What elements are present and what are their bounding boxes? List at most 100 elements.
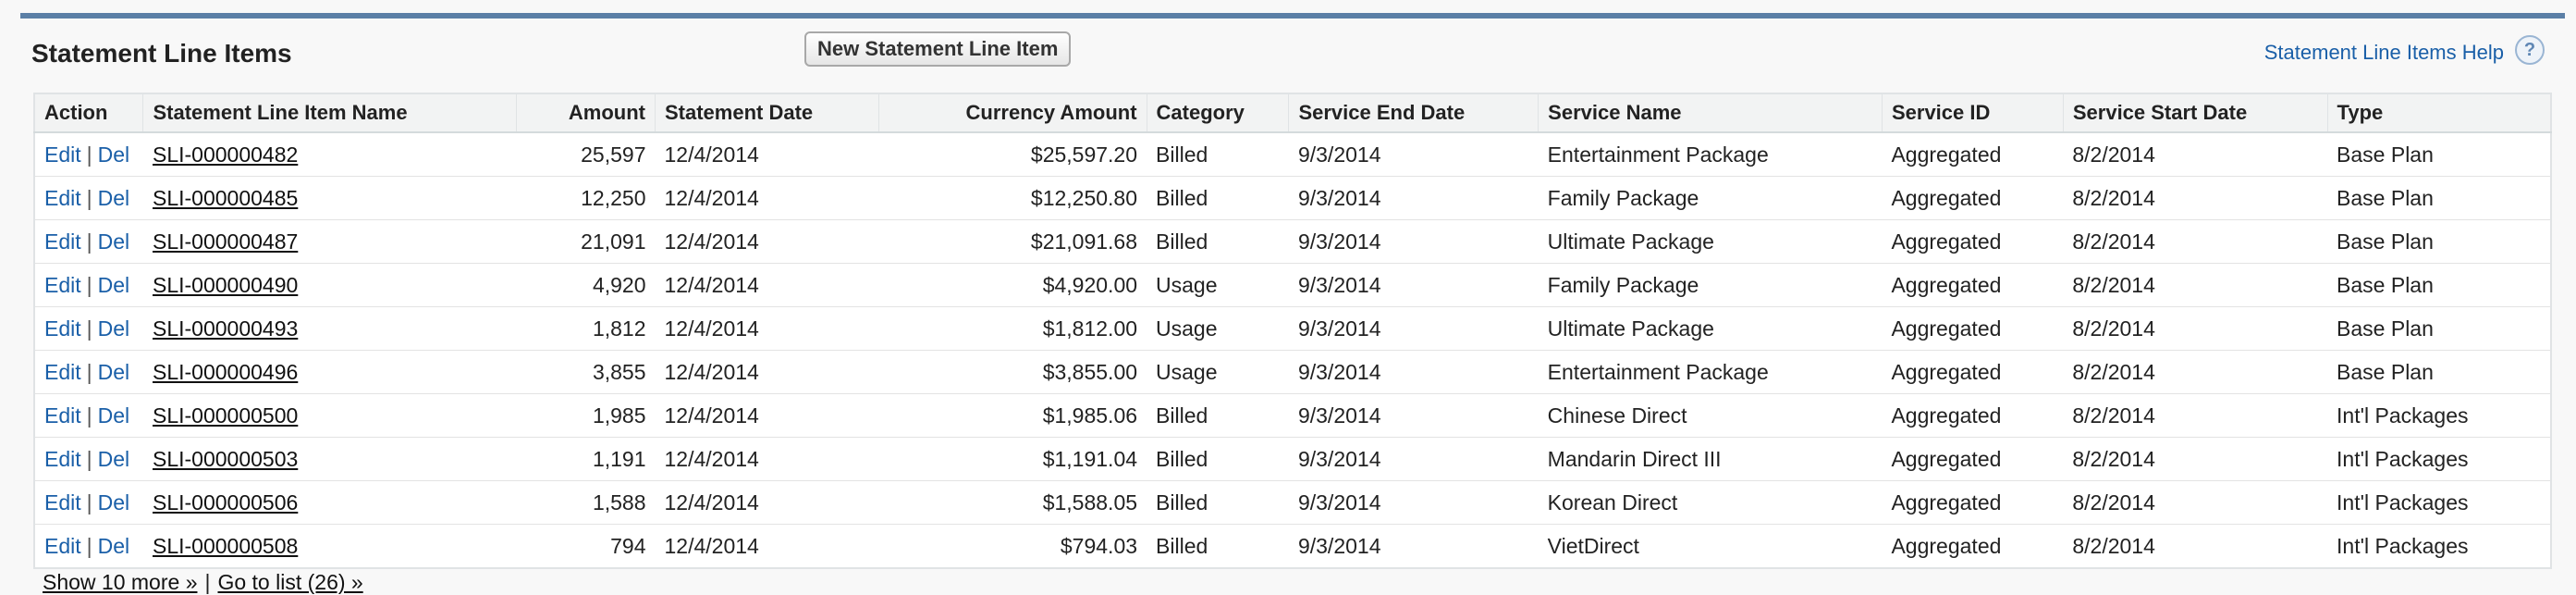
column-header-currency-amount[interactable]: Currency Amount [878,93,1147,133]
service-id-cell: Aggregated [1882,132,2064,177]
row-actions: Edit | Del [34,263,143,307]
service-end-date-cell: 9/3/2014 [1288,132,1539,177]
edit-link[interactable]: Edit [44,534,81,558]
column-header-action: Action [34,93,144,133]
edit-link[interactable]: Edit [44,403,81,428]
action-separator: | [86,272,92,297]
table-row: Edit | Del SLI-000000508 794 12/4/2014 $794.03… [34,524,2551,569]
action-separator: | [86,359,92,384]
delete-link[interactable]: Del [98,403,130,428]
line-item-name-link[interactable]: SLI-000000508 [153,534,298,558]
amount-cell: 794 [516,524,656,569]
action-separator: | [86,142,92,167]
category-cell: Billed [1147,524,1289,569]
service-end-date-cell: 9/3/2014 [1288,219,1539,264]
edit-link[interactable]: Edit [44,316,81,341]
line-item-name-link[interactable]: SLI-000000496 [153,360,298,384]
amount-cell: 1,985 [516,393,656,438]
statement-date-cell: 12/4/2014 [655,306,879,351]
action-separator: | [86,316,92,341]
show-more-link[interactable]: Show 10 more » [43,570,197,594]
edit-link[interactable]: Edit [44,273,81,297]
row-actions: Edit | Del [34,306,143,351]
type-cell: Int'l Packages [2327,524,2551,569]
action-separator: | [86,403,92,428]
column-header-statement-date[interactable]: Statement Date [655,93,879,133]
line-item-name-link[interactable]: SLI-000000506 [153,490,298,514]
category-cell: Usage [1147,263,1289,307]
row-actions: Edit | Del [34,350,143,394]
currency-amount-cell: $1,191.04 [878,437,1147,481]
column-header-service-name[interactable]: Service Name [1538,93,1883,133]
action-separator: | [86,185,92,210]
column-header-service-id[interactable]: Service ID [1882,93,2064,133]
line-item-name-link[interactable]: SLI-000000487 [153,229,298,254]
name-cell: SLI-000000500 [142,393,517,438]
type-cell: Int'l Packages [2327,393,2551,438]
category-cell: Usage [1147,306,1289,351]
service-end-date-cell: 9/3/2014 [1288,524,1539,569]
category-cell: Billed [1147,480,1289,525]
new-statement-line-item-button[interactable]: New Statement Line Item [804,31,1072,67]
category-cell: Billed [1147,219,1289,264]
help-icon[interactable]: ? [2515,35,2545,65]
row-actions: Edit | Del [34,219,143,264]
column-header-service-end-date[interactable]: Service End Date [1288,93,1539,133]
service-name-cell: Family Package [1538,263,1883,307]
service-end-date-cell: 9/3/2014 [1288,263,1539,307]
column-header-name[interactable]: Statement Line Item Name [142,93,518,133]
currency-amount-cell: $794.03 [878,524,1147,569]
delete-link[interactable]: Del [98,534,130,558]
service-start-date-cell: 8/2/2014 [2063,437,2328,481]
category-cell: Billed [1147,393,1289,438]
line-item-name-link[interactable]: SLI-000000482 [153,143,298,167]
column-header-category[interactable]: Category [1147,93,1290,133]
action-separator: | [86,533,92,558]
edit-link[interactable]: Edit [44,186,81,210]
amount-cell: 1,812 [516,306,656,351]
table-row: Edit | Del SLI-000000485 12,250 12/4/2014 $12,… [34,176,2551,220]
edit-link[interactable]: Edit [44,447,81,471]
statement-date-cell: 12/4/2014 [655,263,879,307]
line-item-name-link[interactable]: SLI-000000500 [153,403,298,428]
service-name-cell: Family Package [1538,176,1883,220]
line-item-name-link[interactable]: SLI-000000493 [153,316,298,341]
table-row: Edit | Del SLI-000000490 4,920 12/4/2014 $4,92… [34,263,2551,307]
edit-link[interactable]: Edit [44,143,81,167]
currency-amount-cell: $1,588.05 [878,480,1147,525]
line-item-name-link[interactable]: SLI-000000485 [153,186,298,210]
service-start-date-cell: 8/2/2014 [2063,306,2328,351]
type-cell: Base Plan [2327,132,2551,177]
type-cell: Base Plan [2327,350,2551,394]
section-title: Statement Line Items [31,39,292,68]
line-item-name-link[interactable]: SLI-000000490 [153,273,298,297]
edit-link[interactable]: Edit [44,360,81,384]
currency-amount-cell: $4,920.00 [878,263,1147,307]
statement-date-cell: 12/4/2014 [655,350,879,394]
column-header-service-start-date[interactable]: Service Start Date [2063,93,2328,133]
edit-link[interactable]: Edit [44,229,81,254]
name-cell: SLI-000000493 [142,306,517,351]
line-item-name-link[interactable]: SLI-000000503 [153,447,298,471]
amount-cell: 21,091 [516,219,656,264]
service-name-cell: Ultimate Package [1538,306,1883,351]
edit-link[interactable]: Edit [44,490,81,514]
delete-link[interactable]: Del [98,273,130,297]
delete-link[interactable]: Del [98,229,130,254]
table-row: Edit | Del SLI-000000482 25,597 12/4/2014 $25,… [34,132,2551,177]
delete-link[interactable]: Del [98,143,130,167]
help-link[interactable]: Statement Line Items Help [2264,41,2504,65]
column-header-type[interactable]: Type [2327,93,2552,133]
service-start-date-cell: 8/2/2014 [2063,219,2328,264]
statement-date-cell: 12/4/2014 [655,437,879,481]
delete-link[interactable]: Del [98,490,130,514]
delete-link[interactable]: Del [98,360,130,384]
go-to-list-link[interactable]: Go to list (26) » [217,570,362,594]
delete-link[interactable]: Del [98,447,130,471]
amount-cell: 1,191 [516,437,656,481]
column-header-amount[interactable]: Amount [516,93,656,133]
service-start-date-cell: 8/2/2014 [2063,263,2328,307]
delete-link[interactable]: Del [98,186,130,210]
name-cell: SLI-000000482 [142,132,517,177]
delete-link[interactable]: Del [98,316,130,341]
